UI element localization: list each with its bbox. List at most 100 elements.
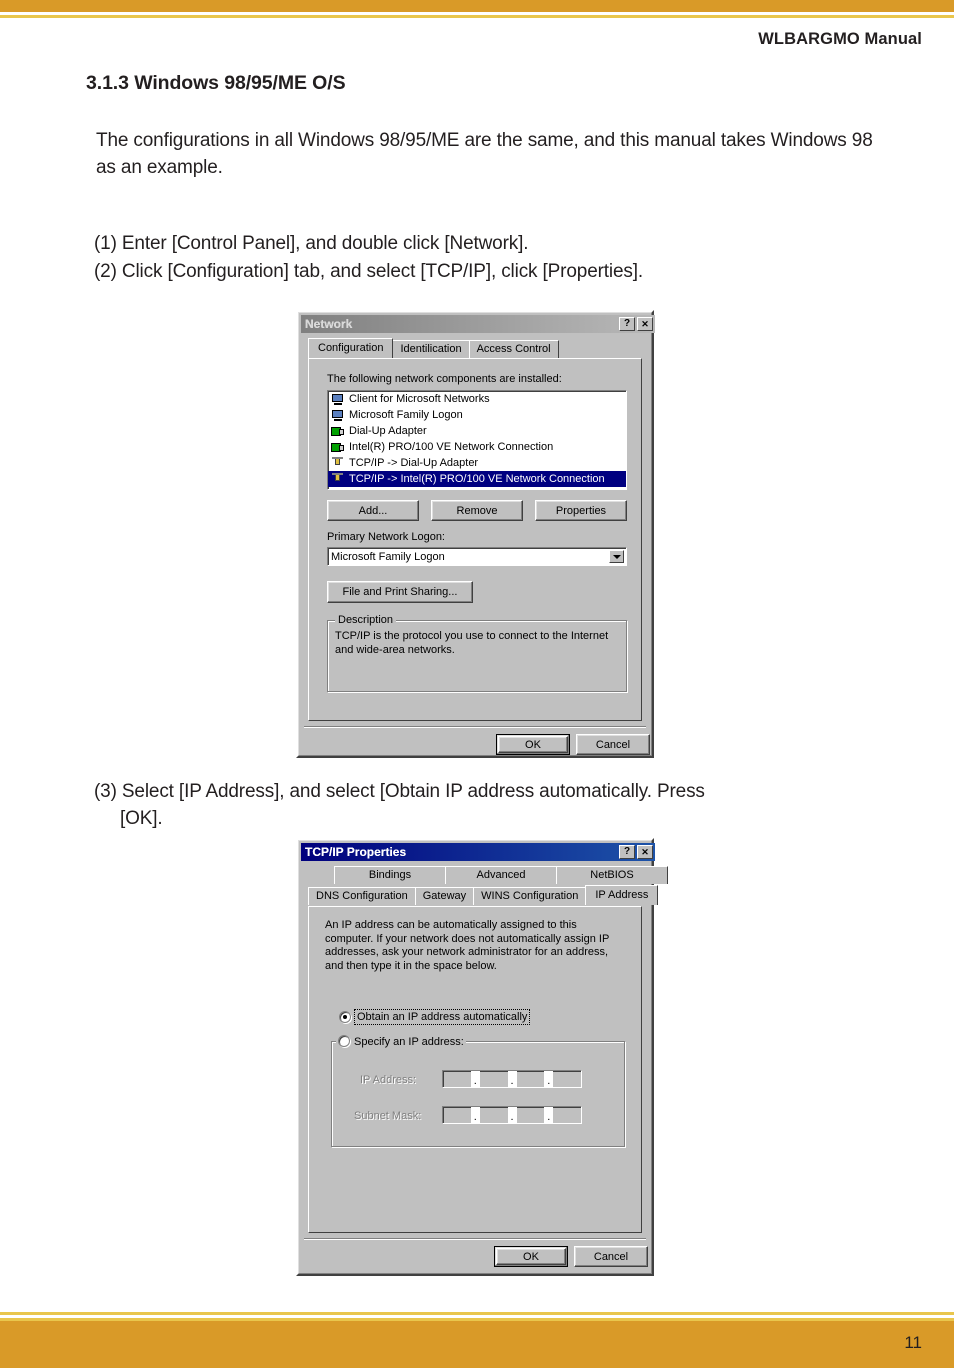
step-3-line-2: [OK]. — [120, 808, 163, 829]
list-item-selected[interactable]: TCP/IP -> Intel(R) PRO/100 VE Network Co… — [328, 471, 626, 487]
running-head-title: WLBARGMO Manual — [758, 30, 922, 48]
add-button-label: Add... — [358, 504, 388, 517]
chevron-down-icon[interactable] — [609, 550, 624, 563]
tab-gateway-label: Gateway — [422, 890, 467, 902]
ip-address-input[interactable]: . . . — [442, 1070, 582, 1088]
tab-access-control[interactable]: Access Control — [468, 340, 559, 358]
list-item-label: TCP/IP -> Intel(R) PRO/100 VE Network Co… — [349, 473, 605, 485]
radio-specify-label: Specify an IP address: — [354, 1036, 464, 1048]
tab-identification[interactable]: Identilication — [392, 340, 470, 358]
close-icon[interactable]: ✕ — [637, 845, 653, 859]
footer-orange-band — [0, 1321, 954, 1368]
network-card-icon — [331, 441, 345, 454]
network-dialog-tabstrip: Configuration Identilication Access Cont… — [308, 338, 559, 358]
components-list-label: The following network components are ins… — [327, 373, 562, 385]
ip-octet-2[interactable] — [480, 1071, 508, 1087]
tab-dns-configuration[interactable]: DNS Configuration — [308, 887, 416, 905]
list-item[interactable]: TCP/IP -> Dial-Up Adapter — [328, 455, 626, 471]
dialog-separator — [304, 1238, 646, 1240]
mask-octet-3[interactable] — [517, 1107, 545, 1123]
tab-identification-label: Identilication — [400, 343, 462, 355]
help-icon[interactable]: ? — [619, 845, 635, 859]
tab-netbios[interactable]: NetBIOS — [556, 866, 668, 884]
list-item[interactable]: Client for Microsoft Networks — [328, 391, 626, 407]
tab-ip-address-label: IP Address — [595, 889, 649, 901]
header-orange-band — [0, 0, 954, 12]
protocol-icon — [331, 472, 345, 486]
tab-access-control-label: Access Control — [476, 343, 551, 355]
mask-octet-1[interactable] — [443, 1107, 471, 1123]
list-item[interactable]: Intel(R) PRO/100 VE Network Connection — [328, 439, 626, 455]
remove-button-label: Remove — [456, 504, 498, 517]
file-and-print-sharing-button[interactable]: File and Print Sharing... — [327, 581, 473, 603]
list-item[interactable]: Microsoft Family Logon — [328, 407, 626, 423]
tab-wins-configuration[interactable]: WINS Configuration — [473, 887, 587, 905]
mask-octet-2[interactable] — [480, 1107, 508, 1123]
components-list-label-text: The following network components are ins… — [327, 373, 562, 385]
tab-bindings[interactable]: Bindings — [334, 866, 446, 884]
list-item[interactable]: Dial-Up Adapter — [328, 423, 626, 439]
ip-octet-1[interactable] — [443, 1071, 471, 1087]
network-card-icon — [331, 425, 345, 438]
subnet-mask-input[interactable]: . . . — [442, 1106, 582, 1124]
radio-button-on-icon[interactable] — [339, 1011, 351, 1023]
network-ok-button[interactable]: OK — [496, 734, 570, 755]
monitor-icon — [331, 409, 345, 422]
list-item-label: Microsoft Family Logon — [349, 409, 463, 421]
file-and-print-sharing-label: File and Print Sharing... — [342, 586, 458, 598]
close-icon[interactable]: ✕ — [637, 317, 653, 331]
description-text: TCP/IP is the protocol you use to connec… — [335, 630, 609, 656]
tab-advanced[interactable]: Advanced — [445, 866, 557, 884]
tcpip-dialog-title: TCP/IP Properties — [305, 845, 407, 859]
tcpip-cancel-button-label: Cancel — [593, 1250, 629, 1263]
primary-logon-value: Microsoft Family Logon — [331, 550, 445, 563]
primary-logon-label-text: Primary Network Logon: — [327, 531, 445, 543]
tab-ip-address[interactable]: IP Address — [585, 885, 659, 905]
intro-paragraph: The configurations in all Windows 98/95/… — [96, 130, 873, 178]
tcpip-ok-button-label: OK — [523, 1250, 539, 1263]
primary-logon-select[interactable]: Microsoft Family Logon — [327, 547, 627, 566]
step-3-text: (3) Select [IP Address], and select [Obt… — [94, 778, 884, 832]
dialog-separator — [304, 726, 646, 728]
section-heading: 3.1.3 Windows 98/95/ME O/S — [86, 72, 346, 94]
ip-dot-separator: . — [507, 1071, 517, 1087]
step-1-text: (1) Enter [Control Panel], and double cl… — [94, 233, 529, 254]
tab-configuration[interactable]: Configuration — [308, 338, 394, 358]
step-3-line-1: (3) Select [IP Address], and select [Obt… — [94, 781, 705, 802]
radio-obtain-ip-automatically[interactable]: Obtain an IP address automatically — [339, 1009, 531, 1025]
ip-octet-4[interactable] — [553, 1071, 581, 1087]
tab-dns-configuration-label: DNS Configuration — [316, 890, 408, 902]
help-icon[interactable]: ? — [619, 317, 635, 331]
tcpip-dialog-titlebar[interactable]: TCP/IP Properties ? ✕ — [301, 843, 655, 861]
list-item-label: Client for Microsoft Networks — [349, 393, 490, 405]
tcpip-properties-dialog: TCP/IP Properties ? ✕ Bindings Advanced … — [296, 838, 668, 1276]
specify-ip-groupbox: Specify an IP address: IP Address: . . .… — [331, 1035, 625, 1147]
radio-button-off-icon[interactable] — [338, 1035, 350, 1047]
subnet-mask-field-label: Subnet Mask: — [354, 1110, 421, 1122]
properties-button[interactable]: Properties — [535, 500, 627, 521]
tcpip-tabstrip-row-2: DNS Configuration Gateway WINS Configura… — [308, 885, 659, 905]
mask-octet-4[interactable] — [553, 1107, 581, 1123]
step-2-text: (2) Click [Configuration] tab, and selec… — [94, 261, 644, 282]
subnet-mask-field-label-text: Subnet Mask: — [354, 1110, 422, 1122]
ip-dot-separator: . — [507, 1107, 517, 1123]
specify-ip-groupbox-title: Specify an IP address: — [336, 1035, 466, 1048]
network-components-list[interactable]: Client for Microsoft Networks Microsoft … — [327, 390, 627, 490]
tab-configuration-label: Configuration — [318, 342, 384, 354]
configuration-tab-panel: The following network components are ins… — [308, 358, 642, 721]
monitor-icon — [331, 393, 345, 406]
primary-logon-label: Primary Network Logon: — [327, 531, 445, 543]
list-item-label: Dial-Up Adapter — [349, 425, 427, 437]
network-dialog-title: Network — [305, 317, 353, 331]
remove-button[interactable]: Remove — [431, 500, 523, 521]
network-cancel-button[interactable]: Cancel — [576, 734, 650, 755]
add-button[interactable]: Add... — [327, 500, 419, 521]
network-dialog-titlebar[interactable]: Network ? ✕ — [301, 315, 655, 333]
tcpip-ok-button[interactable]: OK — [494, 1246, 568, 1267]
tab-bindings-label: Bindings — [368, 869, 412, 881]
ip-octet-3[interactable] — [517, 1071, 545, 1087]
tab-gateway[interactable]: Gateway — [414, 887, 475, 905]
ip-dot-separator: . — [470, 1107, 480, 1123]
protocol-icon — [331, 456, 345, 470]
tcpip-cancel-button[interactable]: Cancel — [574, 1246, 648, 1267]
